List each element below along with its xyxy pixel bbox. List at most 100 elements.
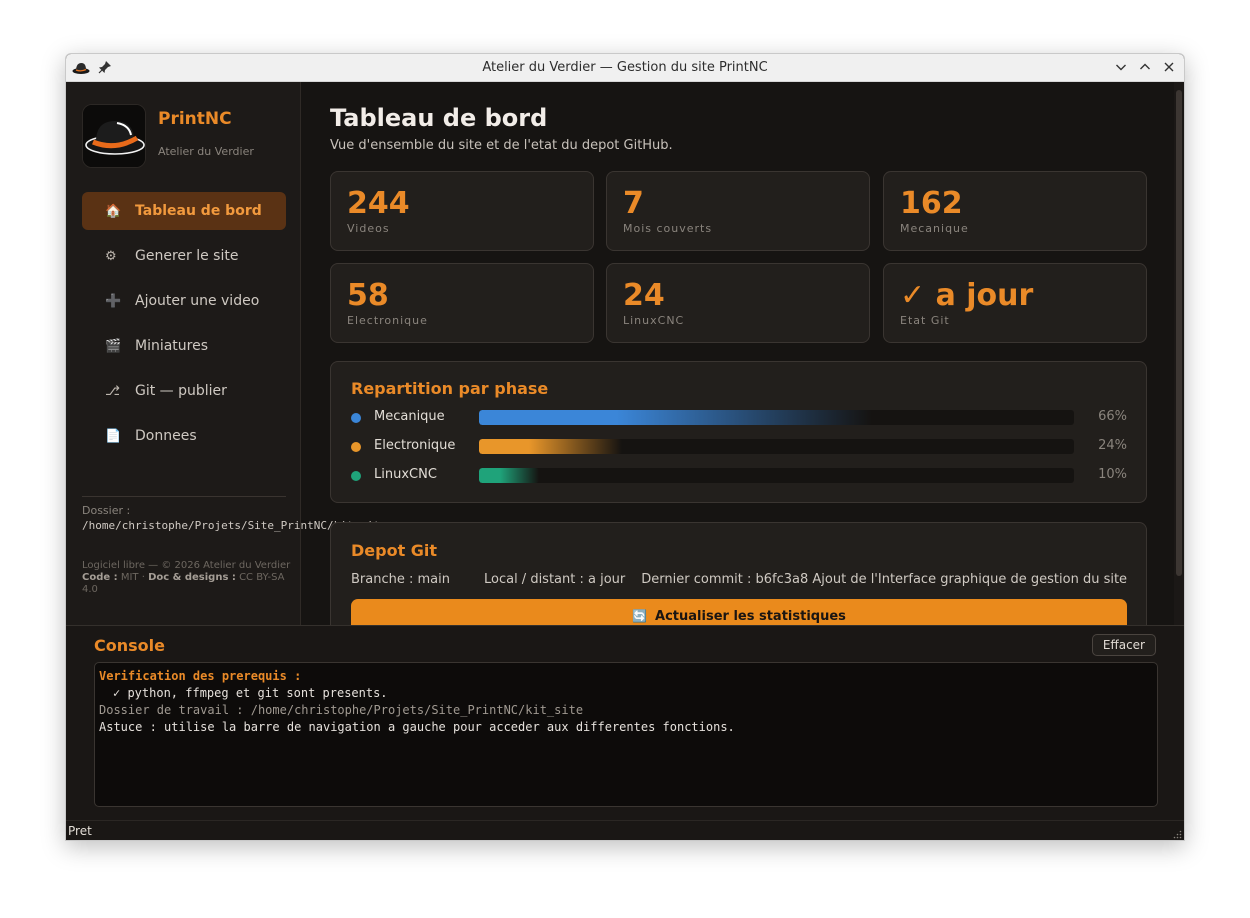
phase-percent: 24% <box>1098 438 1127 453</box>
sidebar-item-git[interactable]: ⎇ Git — publier <box>82 372 286 410</box>
stat-label: Mois couverts <box>623 222 713 235</box>
scrollbar-thumb[interactable] <box>1176 90 1182 576</box>
stat-label: LinuxCNC <box>623 314 685 327</box>
license-doc-label: Doc & designs : <box>148 572 236 583</box>
git-branch: Branche : main <box>351 572 450 587</box>
sidebar-item-label: Tableau de bord <box>135 203 262 219</box>
stat-card-electronique: 58 Electronique <box>330 263 594 343</box>
app-window: Atelier du Verdier — Gestion du site Pri… <box>65 53 1185 841</box>
sidebar-item-label: Git — publier <box>135 383 227 399</box>
sidebar-item-dashboard[interactable]: 🏠 Tableau de bord <box>82 192 286 230</box>
stat-label: Electronique <box>347 314 428 327</box>
phase-percent: 66% <box>1098 409 1127 424</box>
page-subtitle: Vue d'ensemble du site et de l'etat du d… <box>330 138 673 153</box>
git-last-commit: Dernier commit : b6fc3a8 Ajout de l'Inte… <box>641 572 1128 587</box>
refresh-stats-button[interactable]: 🔄 Actualiser les statistiques <box>351 599 1127 625</box>
logo <box>82 104 146 168</box>
phase-row-linuxcnc: LinuxCNC 10% <box>351 466 1127 486</box>
console-line: Dossier de travail : /home/christophe/Pr… <box>99 703 584 717</box>
license-code-value: MIT <box>120 572 139 583</box>
console-line: Verification des prerequis : <box>99 669 302 683</box>
brand-subtitle: Atelier du Verdier <box>158 145 254 158</box>
console-section: Console Effacer Verification des prerequ… <box>66 625 1184 820</box>
license-line: Logiciel libre — © 2026 Atelier du Verdi… <box>82 560 291 571</box>
clapperboard-icon: 🎬 <box>105 338 122 354</box>
chevron-up-icon <box>1140 63 1150 70</box>
bowler-hat-icon <box>83 105 145 167</box>
stat-value: 24 <box>623 278 665 313</box>
chevron-down-icon <box>1116 64 1126 71</box>
phase-fill <box>479 439 622 454</box>
sidebar-item-label: Donnees <box>135 428 197 444</box>
phase-track <box>479 439 1074 454</box>
refresh-icon: 🔄 <box>632 609 648 623</box>
git-panel-title: Depot Git <box>351 541 438 560</box>
phase-dot <box>351 442 361 452</box>
folder-label: Dossier : <box>82 504 131 517</box>
git-branch-icon: ⎇ <box>105 383 120 399</box>
git-sync-status: Local / distant : a jour <box>483 572 626 587</box>
page-title: Tableau de bord <box>330 104 548 132</box>
stat-value: 244 <box>347 186 410 221</box>
console-output[interactable]: Verification des prerequis : ✓ python, f… <box>94 662 1158 807</box>
stat-card-git-state: ✓ a jour Etat Git <box>883 263 1147 343</box>
phase-fill <box>479 468 539 483</box>
sidebar-item-label: Ajouter une video <box>135 293 260 309</box>
gear-icon: ⚙ <box>105 248 117 264</box>
maximize-button[interactable] <box>1136 58 1154 76</box>
console-line: Astuce : utilise la barre de navigation … <box>99 720 735 734</box>
git-panel: Depot Git Branche : main Local / distant… <box>330 522 1147 625</box>
close-icon <box>1164 62 1174 72</box>
sidebar-item-thumbnails[interactable]: 🎬 Miniatures <box>82 327 286 365</box>
stat-card-mecanique: 162 Mecanique <box>883 171 1147 251</box>
phase-row-mecanique: Mecanique 66% <box>351 408 1127 428</box>
license-separator: · <box>141 572 145 583</box>
refresh-stats-label: Actualiser les statistiques <box>655 609 846 624</box>
stat-card-videos: 244 Videos <box>330 171 594 251</box>
phase-dot <box>351 471 361 481</box>
close-button[interactable] <box>1160 58 1178 76</box>
sidebar-item-data[interactable]: 📄 Donnees <box>82 417 286 455</box>
stat-value: 58 <box>347 278 389 313</box>
stat-card-months: 7 Mois couverts <box>606 171 870 251</box>
stat-label: Mecanique <box>900 222 969 235</box>
sidebar-divider <box>82 496 286 497</box>
clear-console-button[interactable]: Effacer <box>1091 634 1156 656</box>
sidebar-item-label: Miniatures <box>135 338 209 354</box>
sidebar: PrintNC Atelier du Verdier 🏠 Tableau de … <box>66 82 387 625</box>
minimize-button[interactable] <box>1112 58 1130 76</box>
sidebar-item-generate[interactable]: ⚙ Generer le site <box>82 237 286 275</box>
title-bar: Atelier du Verdier — Gestion du site Pri… <box>66 54 1184 82</box>
status-text: Pret <box>68 824 92 838</box>
main-scrollbar[interactable] <box>1174 82 1184 625</box>
console-title: Console <box>94 636 165 655</box>
license-text: Logiciel libre — © 2026 Atelier du Verdi… <box>82 560 292 596</box>
stat-value: ✓ a jour <box>900 278 1034 313</box>
git-info-row: Branche : main Local / distant : a jour … <box>351 572 1127 587</box>
plus-icon: ➕ <box>105 293 122 309</box>
home-icon: 🏠 <box>105 203 122 219</box>
phase-name: Electronique <box>374 438 456 453</box>
phase-track <box>479 468 1074 483</box>
main-content: Tableau de bord Vue d'ensemble du site e… <box>302 82 1174 625</box>
stat-card-linuxcnc: 24 LinuxCNC <box>606 263 870 343</box>
document-icon: 📄 <box>105 428 122 444</box>
brand-name: PrintNC <box>158 109 232 129</box>
phase-panel-title: Repartition par phase <box>351 379 549 398</box>
phase-percent: 10% <box>1098 467 1127 482</box>
license-code-label: Code : <box>82 572 118 583</box>
phase-panel: Repartition par phase Mecanique 66% Elec… <box>330 361 1147 503</box>
stat-value: 7 <box>623 186 644 221</box>
phase-track <box>479 410 1074 425</box>
resize-grip-icon[interactable] <box>1172 830 1182 840</box>
console-line: ✓ python, ffmpeg et git sont presents. <box>113 686 388 700</box>
phase-dot <box>351 413 361 423</box>
sidebar-nav: 🏠 Tableau de bord ⚙ Generer le site ➕ Aj… <box>82 192 286 462</box>
stat-label: Etat Git <box>900 314 950 327</box>
phase-name: LinuxCNC <box>374 467 437 482</box>
phase-fill <box>479 410 872 425</box>
phase-name: Mecanique <box>374 409 445 424</box>
stat-label: Videos <box>347 222 390 235</box>
sidebar-item-add-video[interactable]: ➕ Ajouter une video <box>82 282 286 320</box>
sidebar-item-label: Generer le site <box>135 248 239 264</box>
